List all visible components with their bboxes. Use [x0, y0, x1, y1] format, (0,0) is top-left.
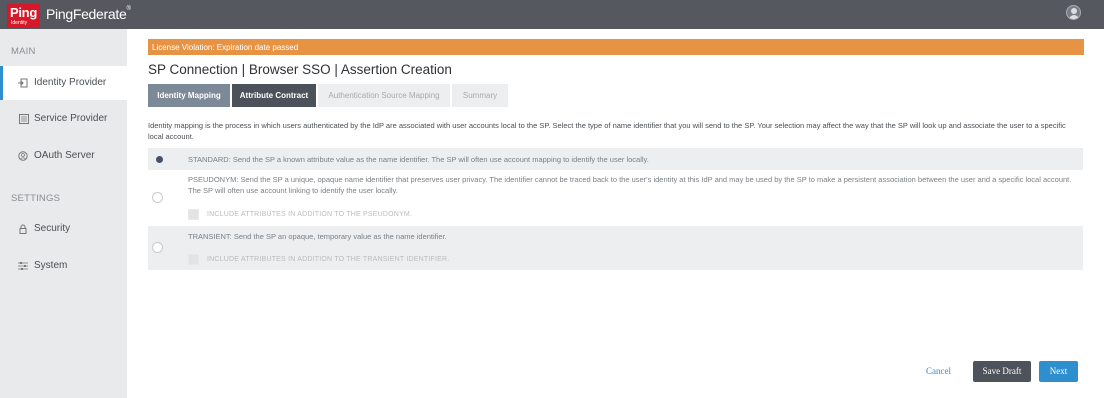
option-pseudonym: PSEUDONYM: Send the SP a unique, opaque …: [148, 170, 1083, 226]
tab-attribute-contract[interactable]: Attribute Contract: [232, 84, 316, 107]
brand-name-text: PingFederate: [46, 6, 127, 22]
pseudonym-option-text: PSEUDONYM: Send the SP a unique, opaque …: [188, 175, 1072, 195]
save-draft-button[interactable]: Save Draft: [973, 361, 1031, 382]
pseudonym-checkbox-label: INCLUDE ATTRIBUTES IN ADDITION TO THE PS…: [207, 211, 413, 218]
lock-icon: [18, 224, 28, 234]
sidebar-item-label: OAuth Server: [34, 150, 95, 161]
option-transient: TRANSIENT: Send the SP an opaque, tempor…: [148, 226, 1083, 270]
cancel-button[interactable]: Cancel: [926, 366, 951, 376]
sidebar-item-label: Security: [34, 223, 71, 234]
tab-summary: Summary: [452, 84, 508, 107]
sidebar-item-security[interactable]: Security: [0, 212, 127, 246]
avatar-head: [1071, 8, 1077, 14]
ping-logo[interactable]: Ping Identity: [7, 4, 40, 28]
sidebar-item-service-provider[interactable]: Service Provider: [0, 102, 127, 136]
standard-option-text: STANDARD: Send the SP a known attribute …: [188, 155, 649, 164]
sidebar-section-main: MAIN: [11, 46, 36, 57]
logo-subtext: Identity: [11, 20, 28, 26]
sidebar-item-oauth-server[interactable]: OAuth Server: [0, 139, 127, 173]
sidebar-section-settings: SETTINGS: [11, 193, 61, 204]
transient-option-text: TRANSIENT: Send the SP an opaque, tempor…: [188, 232, 447, 241]
sidebar-item-system[interactable]: System: [0, 249, 127, 283]
transient-checkbox-label: INCLUDE ATTRIBUTES IN ADDITION TO THE TR…: [207, 256, 450, 263]
sliders-icon: [18, 261, 28, 271]
sidebar-item-label: Service Provider: [34, 113, 108, 124]
pseudonym-radio[interactable]: [152, 192, 163, 203]
sidebar: MAIN Identity Provider Service Provider …: [0, 29, 133, 398]
transient-radio[interactable]: [152, 242, 163, 253]
avatar-body: [1069, 15, 1079, 19]
sidebar-item-label: System: [34, 260, 68, 271]
sidebar-item-identity-provider[interactable]: Identity Provider: [0, 66, 133, 100]
transient-include-attributes-checkbox[interactable]: [188, 254, 199, 265]
brand-name: PingFederate®: [46, 6, 131, 22]
license-violation-banner: License Violation: Expiration date passe…: [148, 39, 1084, 55]
radio-selected-dot: [156, 156, 163, 163]
identity-provider-icon: [18, 78, 28, 88]
page-title: SP Connection | Browser SSO | Assertion …: [148, 62, 452, 77]
page-description: Identity mapping is the process in which…: [148, 121, 1066, 141]
next-button[interactable]: Next: [1039, 361, 1078, 382]
sidebar-item-label: Identity Provider: [34, 77, 107, 88]
service-provider-icon: [19, 114, 29, 124]
brand-mark: ®: [126, 6, 131, 12]
top-bar: Ping Identity PingFederate®: [0, 0, 1104, 29]
user-avatar-icon[interactable]: [1066, 5, 1081, 20]
tab-identity-mapping[interactable]: Identity Mapping: [148, 84, 230, 107]
logo-text: Ping: [10, 5, 37, 20]
option-standard: STANDARD: Send the SP a known attribute …: [148, 148, 1083, 170]
standard-radio[interactable]: [154, 154, 165, 165]
pseudonym-include-attributes-checkbox[interactable]: [188, 209, 199, 220]
tab-authentication-source-mapping: Authentication Source Mapping: [318, 84, 450, 107]
oauth-icon: [18, 151, 28, 161]
